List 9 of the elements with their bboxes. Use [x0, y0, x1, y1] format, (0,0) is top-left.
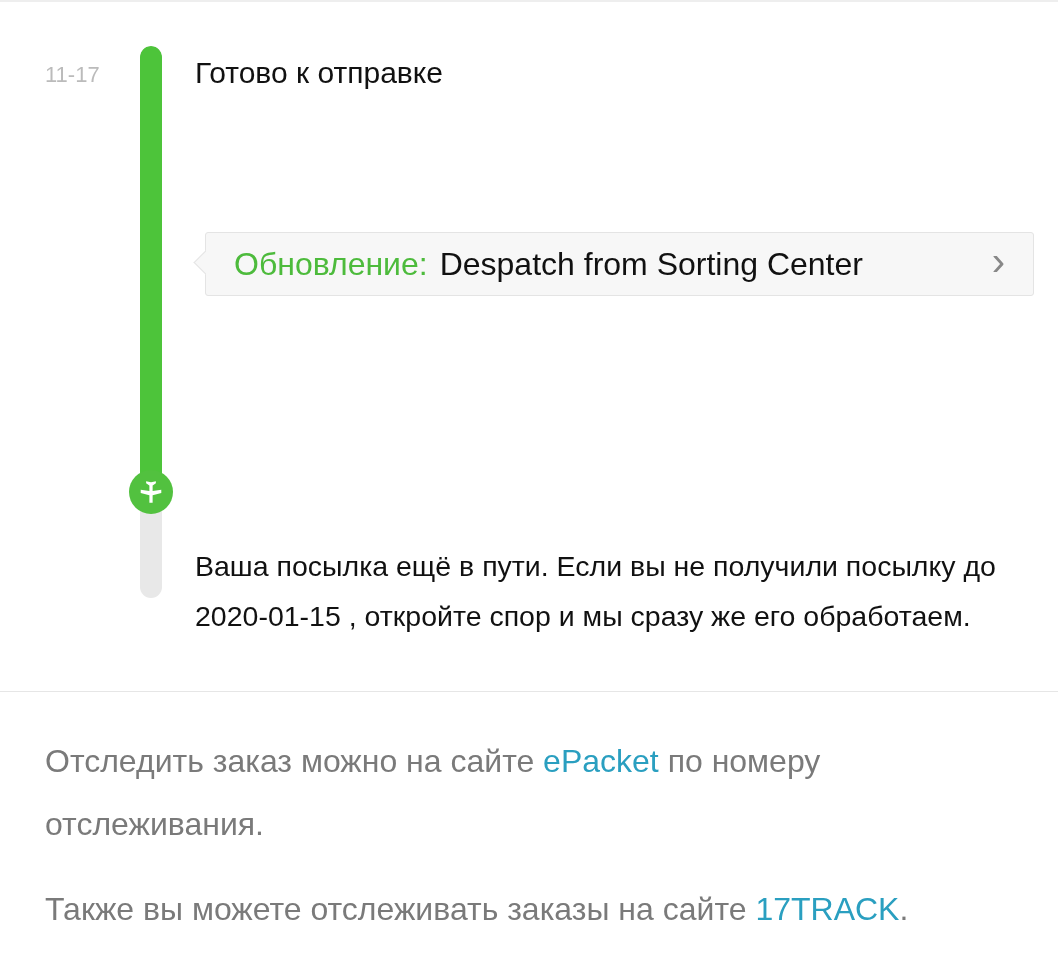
tracking-link[interactable]: ePacket — [543, 743, 659, 779]
delivery-notice: Ваша посылка ещё в пути. Если вы не получили посылку до 2020-01-15 , откройте спор и мы сразу же его обработаем. — [195, 549, 997, 634]
event-title: Готово к отправке — [195, 56, 444, 90]
event-date: 11-17 — [45, 62, 100, 88]
plane-icon — [138, 479, 164, 505]
tracking-info: Отследить заказ можно на сайте ePacket по номеру отслеживания. — [45, 742, 822, 844]
tracking-link[interactable]: 17TRACK — [755, 891, 900, 927]
tracking-info: Также вы можете отслеживать заказы на сайте 17TRACK. — [45, 890, 910, 929]
chevron-icon: › — [991, 241, 1005, 281]
